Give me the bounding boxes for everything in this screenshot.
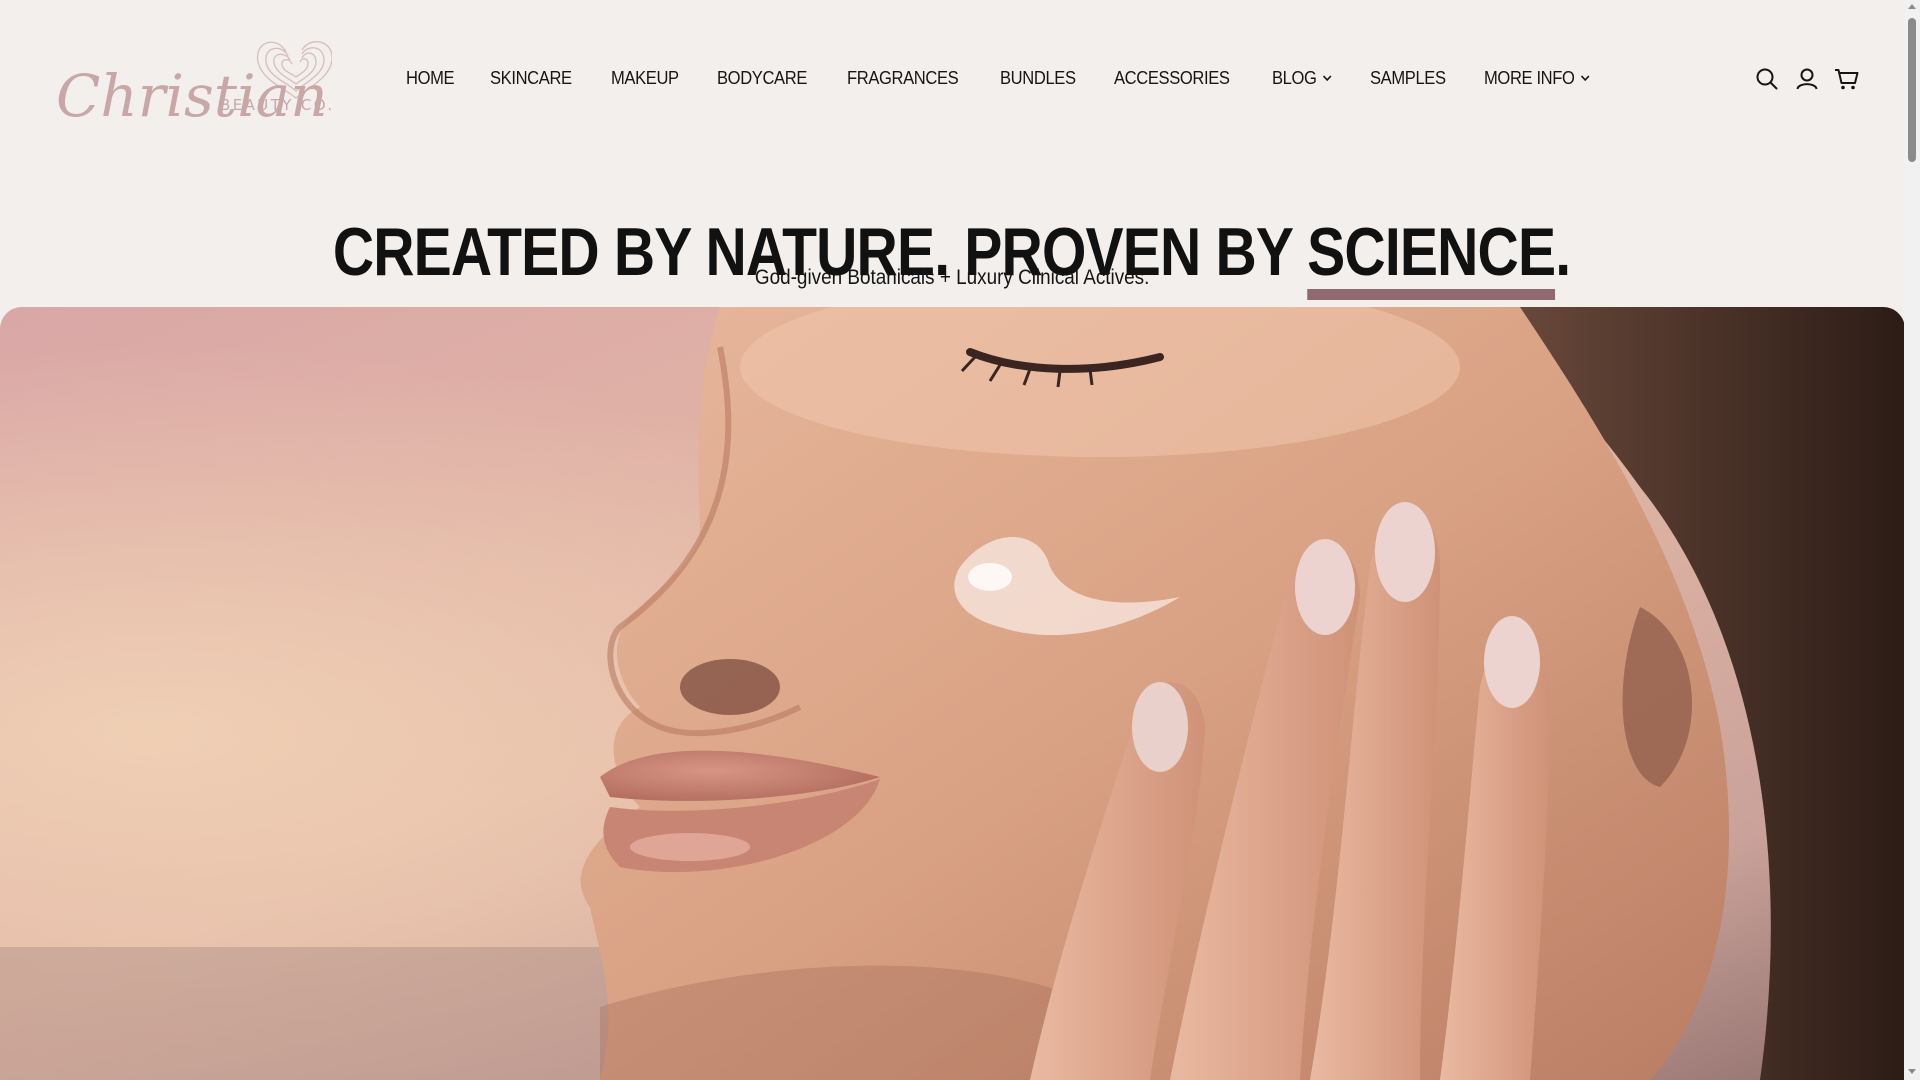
- nav-item-label: MAKEUP: [611, 67, 679, 88]
- nav-item-label: SKINCARE: [490, 67, 573, 88]
- nav-item-samples[interactable]: SAMPLES: [1370, 68, 1446, 89]
- site-header: Christian BEAUTY CO. HOME SKINCARE MAKEU…: [0, 0, 1904, 156]
- nav-item-label: FRAGRANCES: [846, 67, 959, 88]
- nav-item-more-info[interactable]: MORE INFO: [1484, 68, 1591, 89]
- hero-photo: [0, 307, 1905, 1080]
- nav-item-bodycare[interactable]: BODYCARE: [717, 68, 807, 89]
- nav-item-home[interactable]: HOME: [406, 67, 455, 89]
- nav-item-bundles[interactable]: BUNDLES: [1000, 68, 1076, 89]
- brand-logo[interactable]: Christian BEAUTY CO.: [52, 18, 332, 132]
- cart-button[interactable]: [1834, 66, 1860, 92]
- nav-item-accessories[interactable]: ACCESSORIES: [1114, 68, 1230, 89]
- nav-item-label: BODYCARE: [716, 67, 807, 88]
- scroll-up-icon[interactable]: [1908, 4, 1916, 9]
- brand-logo-suffix: BEAUTY CO.: [220, 96, 332, 114]
- header-actions: [1754, 66, 1874, 92]
- chevron-down-icon: [1581, 75, 1591, 82]
- account-button[interactable]: [1794, 66, 1820, 92]
- nav-item-label: BLOG: [1271, 67, 1317, 88]
- account-icon: [1796, 68, 1818, 90]
- hero-subheadline-text: God-given Botanicals + Luxury Clinical A…: [754, 266, 1150, 289]
- nav-item-blog[interactable]: BLOG: [1272, 68, 1333, 89]
- nav-item-label: ACCESSORIES: [1113, 67, 1230, 88]
- page: Christian BEAUTY CO. HOME SKINCARE MAKEU…: [0, 0, 1920, 1080]
- nav-item-label: MORE INFO: [1484, 67, 1575, 88]
- search-icon: [1756, 68, 1778, 90]
- brand-logo-mark: Christian BEAUTY CO.: [56, 41, 332, 130]
- nav-item-fragrances[interactable]: FRAGRANCES: [846, 67, 959, 89]
- nav-item-label: HOME: [406, 67, 455, 88]
- cart-icon: [1835, 69, 1859, 90]
- scrollbar-thumb[interactable]: [1908, 18, 1916, 162]
- hero-subheadline: God-given Botanicals + Luxury Clinical A…: [0, 266, 1904, 290]
- chevron-down-icon: [1322, 75, 1332, 82]
- hero-image: [0, 307, 1905, 1080]
- nav-item-label: SAMPLES: [1370, 67, 1446, 88]
- main-nav: HOME SKINCARE MAKEUP BODYCARE FRAGRANCES…: [406, 64, 1633, 92]
- search-button[interactable]: [1754, 66, 1780, 92]
- page-scrollbar[interactable]: [1904, 0, 1920, 1080]
- nav-item-makeup[interactable]: MAKEUP: [611, 68, 679, 89]
- nav-item-label: BUNDLES: [999, 67, 1076, 88]
- nav-item-skincare[interactable]: SKINCARE: [490, 68, 572, 89]
- scroll-down-icon[interactable]: [1908, 1069, 1916, 1074]
